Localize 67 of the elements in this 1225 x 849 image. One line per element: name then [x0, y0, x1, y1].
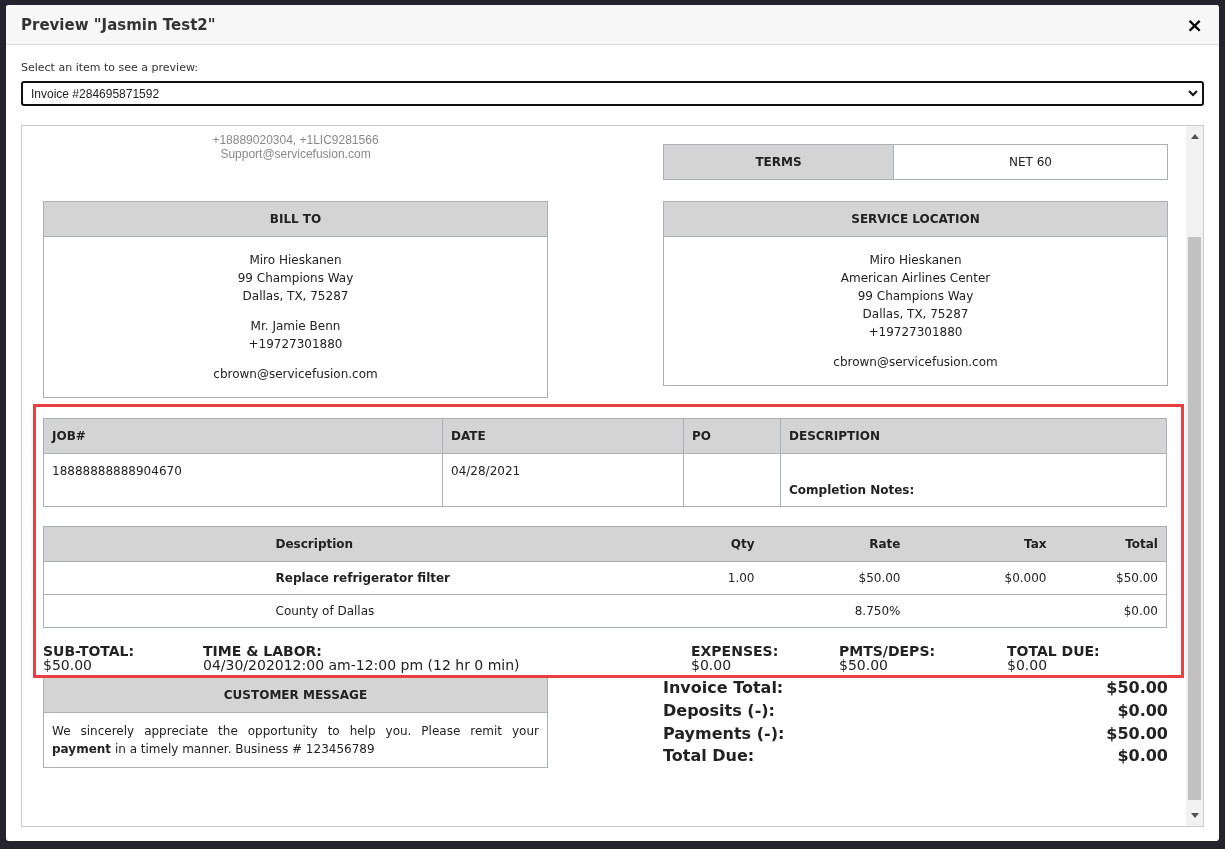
company-contact: +18889020304, +1LIC9281566	[211, 133, 380, 147]
summary-value: 04/30/202012:00 am-12:00 pm (12 hr 0 min)	[203, 658, 521, 672]
table-cell: 8.750%	[762, 594, 909, 628]
summary-label: SUB-TOTAL:	[43, 644, 136, 658]
scrollbar-thumb[interactable]	[1188, 237, 1201, 800]
column-header: DATE	[442, 418, 684, 454]
scrollbar[interactable]	[1186, 126, 1203, 826]
address-line: cbrown@servicefusion.com	[832, 354, 999, 371]
column-header: Total	[1054, 526, 1167, 562]
address-line: 99 Champions Way	[856, 288, 975, 305]
customer-message: We sincerely appreciate the opportunity to help you. Please remit your payment in a timely manner. Business # 123456789	[51, 723, 540, 758]
picker-label: Select an item to see a preview:	[21, 61, 199, 74]
address-line: +19727301880	[247, 336, 344, 353]
total-label: Payments (-):	[663, 722, 786, 745]
table-cell: 1.00	[618, 561, 763, 595]
summary-label: TIME & LABOR:	[203, 644, 323, 658]
column-header: Qty	[618, 526, 763, 562]
table-cell: Completion Notes:	[780, 453, 1167, 507]
address-line: Miro Hieskanen	[868, 252, 963, 269]
address-line: Mr. Jamie Benn	[249, 318, 342, 335]
table-cell: $0.00	[1054, 594, 1167, 628]
summary-value: $0.00	[691, 658, 733, 672]
item-select[interactable]: Invoice #284695871592	[21, 81, 1204, 106]
address-line: Dallas, TX, 75287	[241, 288, 350, 305]
summary-value: $50.00	[839, 658, 888, 672]
table-cell: $50.00	[1054, 561, 1167, 595]
table-cell: County of Dallas	[267, 594, 619, 628]
address-line: 99 Champions Way	[236, 270, 355, 287]
column-header: Rate	[762, 526, 909, 562]
summary-value: $50.00	[43, 658, 93, 672]
table-cell: $0.000	[908, 561, 1055, 595]
card-heading: SERVICE LOCATION	[664, 202, 1167, 237]
company-contact: Support@servicefusion.com	[219, 147, 372, 161]
total-label: Deposits (-):	[663, 699, 776, 722]
table-cell: 18888888888904670	[43, 453, 443, 507]
terms-value: NET 60	[893, 144, 1168, 180]
terms-label: TERMS	[663, 144, 894, 180]
column-header: JOB#	[43, 418, 443, 454]
scroll-down-icon[interactable]	[1191, 813, 1199, 818]
table-cell: $50.00	[762, 561, 909, 595]
column-header: Description	[267, 526, 619, 562]
total-value: $50.00	[1106, 677, 1168, 699]
summary-value: $0.00	[1007, 658, 1049, 672]
address-line: cbrown@servicefusion.com	[212, 366, 379, 383]
address-line: Miro Hieskanen	[248, 252, 343, 269]
dialog-title: Preview "Jasmin Test2"	[21, 15, 216, 34]
summary-label: EXPENSES:	[691, 644, 780, 658]
column-header: Tax	[908, 526, 1055, 562]
total-value: $0.00	[1116, 745, 1168, 768]
column-header: PO	[683, 418, 781, 454]
card-heading: BILL TO	[44, 202, 547, 237]
chevron-down-icon	[1188, 90, 1198, 97]
address-line: +19727301880	[867, 324, 964, 341]
close-button[interactable]: ×	[1186, 14, 1203, 35]
table-cell: 04/28/2021	[442, 453, 684, 507]
total-value: $50.00	[1106, 722, 1168, 745]
address-line: American Airlines Center	[839, 270, 992, 287]
total-value: $0.00	[1116, 699, 1168, 722]
address-line: Dallas, TX, 75287	[861, 306, 970, 323]
table-cell: Replace refrigerator filter	[267, 561, 619, 595]
column-header: DESCRIPTION	[780, 418, 1167, 454]
card-heading: CUSTOMER MESSAGE	[44, 678, 547, 713]
scroll-up-icon[interactable]	[1191, 134, 1199, 139]
total-label: Total Due:	[663, 745, 756, 768]
summary-label: PMTS/DEPS:	[839, 644, 937, 658]
summary-label: TOTAL DUE:	[1007, 644, 1101, 658]
total-label: Invoice Total:	[663, 677, 785, 699]
